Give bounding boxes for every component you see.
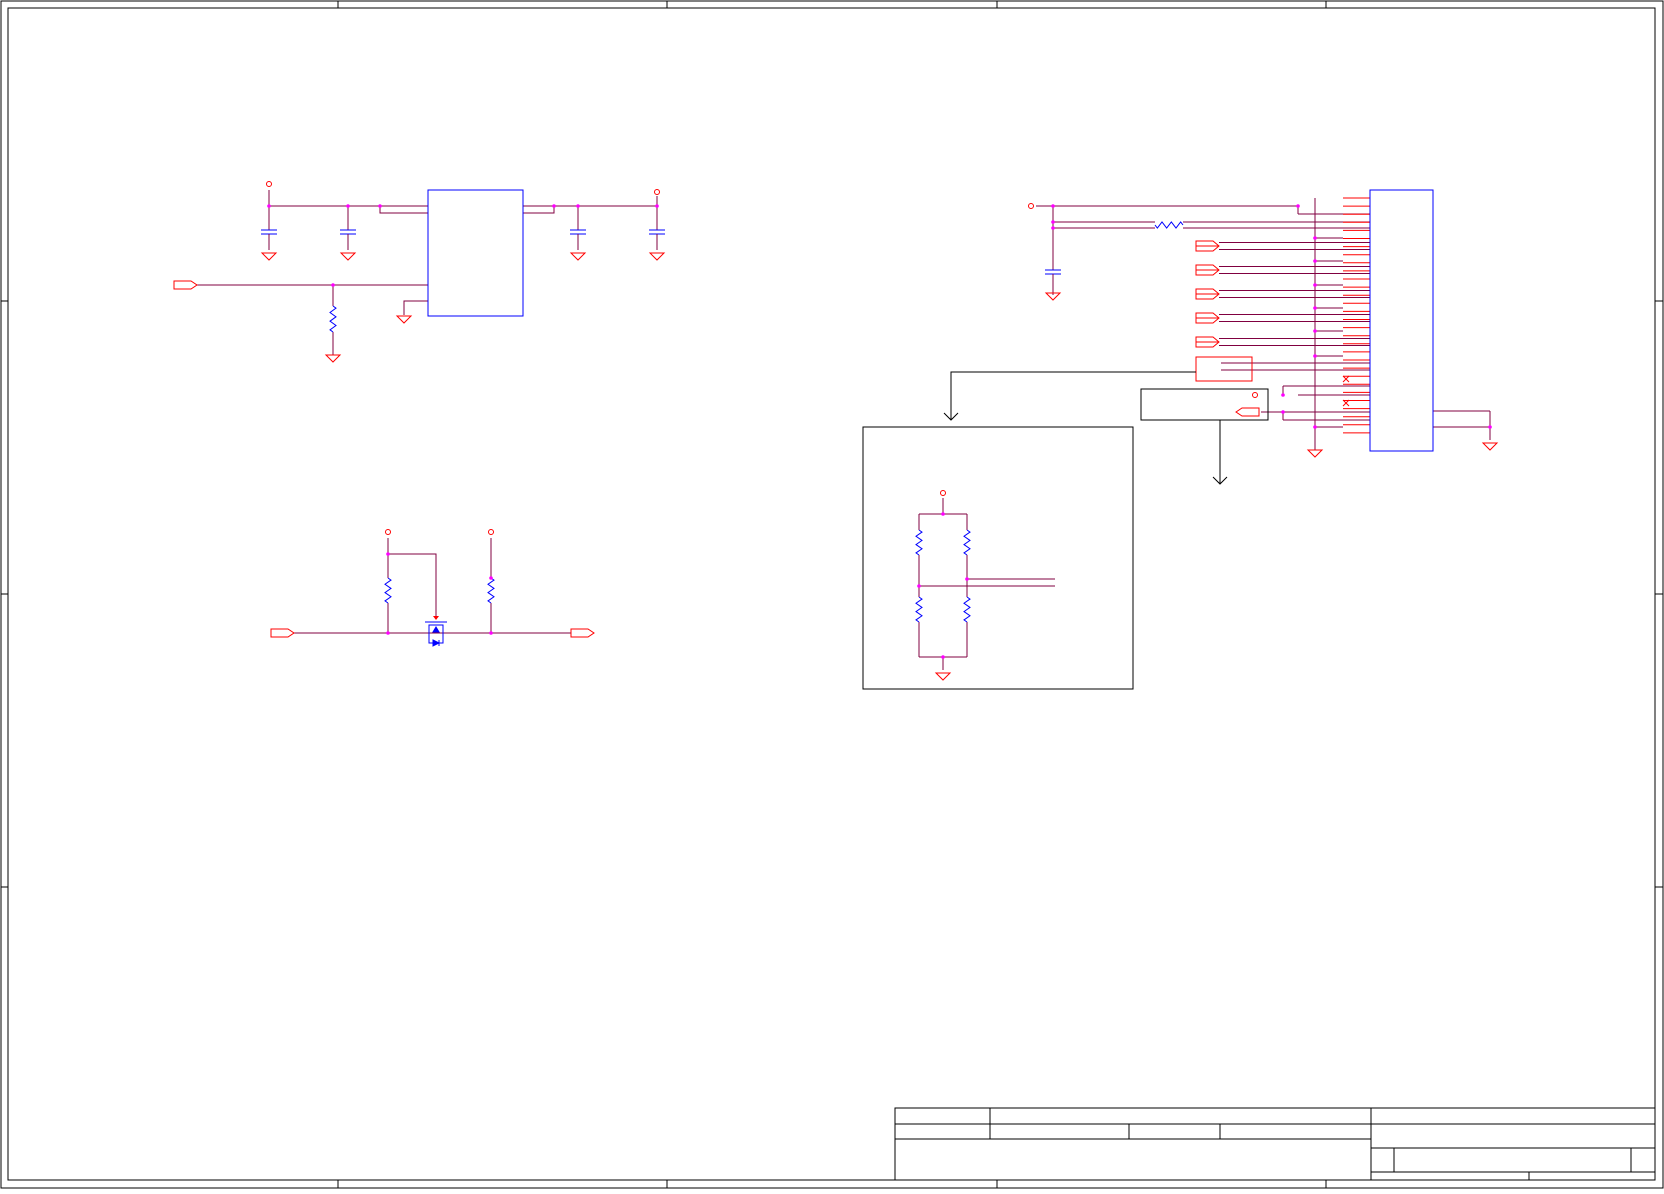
no-connect-icon	[1342, 375, 1350, 383]
junction-dot	[1313, 259, 1317, 263]
junction-dot	[576, 204, 580, 208]
junction-dot	[489, 631, 493, 635]
power-port-icon	[1028, 203, 1034, 209]
junction-dot	[655, 204, 659, 208]
junction-dot	[378, 204, 382, 208]
junction-dot	[1281, 393, 1285, 397]
regulator-block	[197, 189, 658, 355]
resistor-icon	[487, 577, 495, 604]
capacitor-icon	[570, 229, 586, 250]
power-port-icon	[1252, 392, 1258, 398]
junction-dot	[1313, 354, 1317, 358]
junction-dot	[1051, 226, 1055, 230]
port-arrow-icon	[570, 628, 595, 638]
junction-dot	[1313, 329, 1317, 333]
wires	[197, 190, 658, 355]
sheet-frame	[0, 0, 1664, 1189]
resistor-icon	[963, 529, 971, 556]
ground-icon	[260, 252, 278, 261]
resistor-icon	[915, 596, 923, 623]
power-port-icon	[385, 529, 391, 535]
capacitor-icon	[649, 229, 665, 250]
junction-dot	[941, 655, 945, 659]
port-arrow-icon	[1195, 336, 1220, 348]
junction-dot	[1051, 220, 1055, 224]
mosfet-icon	[425, 621, 447, 647]
junction-dot	[1051, 204, 1055, 208]
resistor-icon	[1154, 221, 1184, 229]
junction-dot	[346, 204, 350, 208]
junction-dot	[941, 512, 945, 516]
junction-dot	[1488, 425, 1492, 429]
junction-dot	[965, 577, 969, 581]
junction-dot	[386, 552, 390, 556]
capacitor-icon	[1045, 269, 1061, 290]
connector-nets	[1219, 237, 1370, 428]
junction-dot	[552, 204, 556, 208]
junction-dot	[1313, 283, 1317, 287]
port-arrow-icon	[1195, 264, 1220, 276]
connector-ic	[1369, 189, 1434, 452]
ground-icon	[1481, 442, 1499, 451]
port-arrow-icon	[1195, 288, 1220, 300]
ground-icon	[934, 672, 952, 681]
port-arrow-icon	[1195, 312, 1220, 324]
schematic-canvas	[0, 0, 1664, 1189]
junction-dot	[331, 283, 335, 287]
junction-dot	[1313, 425, 1317, 429]
junction-dot	[917, 584, 921, 588]
junction-dot	[1281, 410, 1285, 414]
capacitor-icon	[340, 229, 356, 250]
regulator-ic	[427, 189, 524, 317]
power-port-icon	[266, 181, 272, 187]
port-arrow-icon	[1235, 407, 1260, 417]
symbols	[173, 181, 1499, 681]
ground-icon	[648, 252, 666, 261]
resistor-icon	[915, 529, 923, 556]
power-port-icon	[940, 490, 946, 496]
port-arrow-icon	[270, 628, 295, 638]
junction-dot	[489, 576, 493, 580]
power-port-icon	[488, 529, 494, 535]
ground-icon	[569, 252, 587, 261]
ground-icon	[395, 315, 413, 324]
capacitor-icon	[261, 229, 277, 250]
connector-block	[1036, 189, 1491, 452]
junction-dot	[267, 204, 271, 208]
port-arrow-icon	[173, 280, 198, 290]
callout-box-small	[1140, 388, 1269, 421]
schematic-sheet	[0, 0, 1664, 1189]
resistor-icon	[963, 596, 971, 623]
junction-dot	[1313, 236, 1317, 240]
junction-dot	[1296, 204, 1300, 208]
resistor-icon	[329, 305, 337, 333]
power-port-icon	[654, 189, 660, 195]
port-bus-box	[1195, 356, 1253, 382]
junction-dot	[386, 631, 390, 635]
ground-icon	[1306, 449, 1324, 458]
ground-icon	[324, 354, 342, 363]
divider-network	[918, 498, 1055, 670]
title-block	[894, 1107, 1656, 1181]
connector-pins	[1343, 197, 1370, 434]
resistor-icon	[384, 577, 392, 604]
junction-dot	[1313, 306, 1317, 310]
detail-box	[862, 426, 1134, 690]
level-shifter-block	[294, 538, 571, 647]
port-arrow-icon	[1195, 240, 1220, 252]
ground-icon	[339, 252, 357, 261]
